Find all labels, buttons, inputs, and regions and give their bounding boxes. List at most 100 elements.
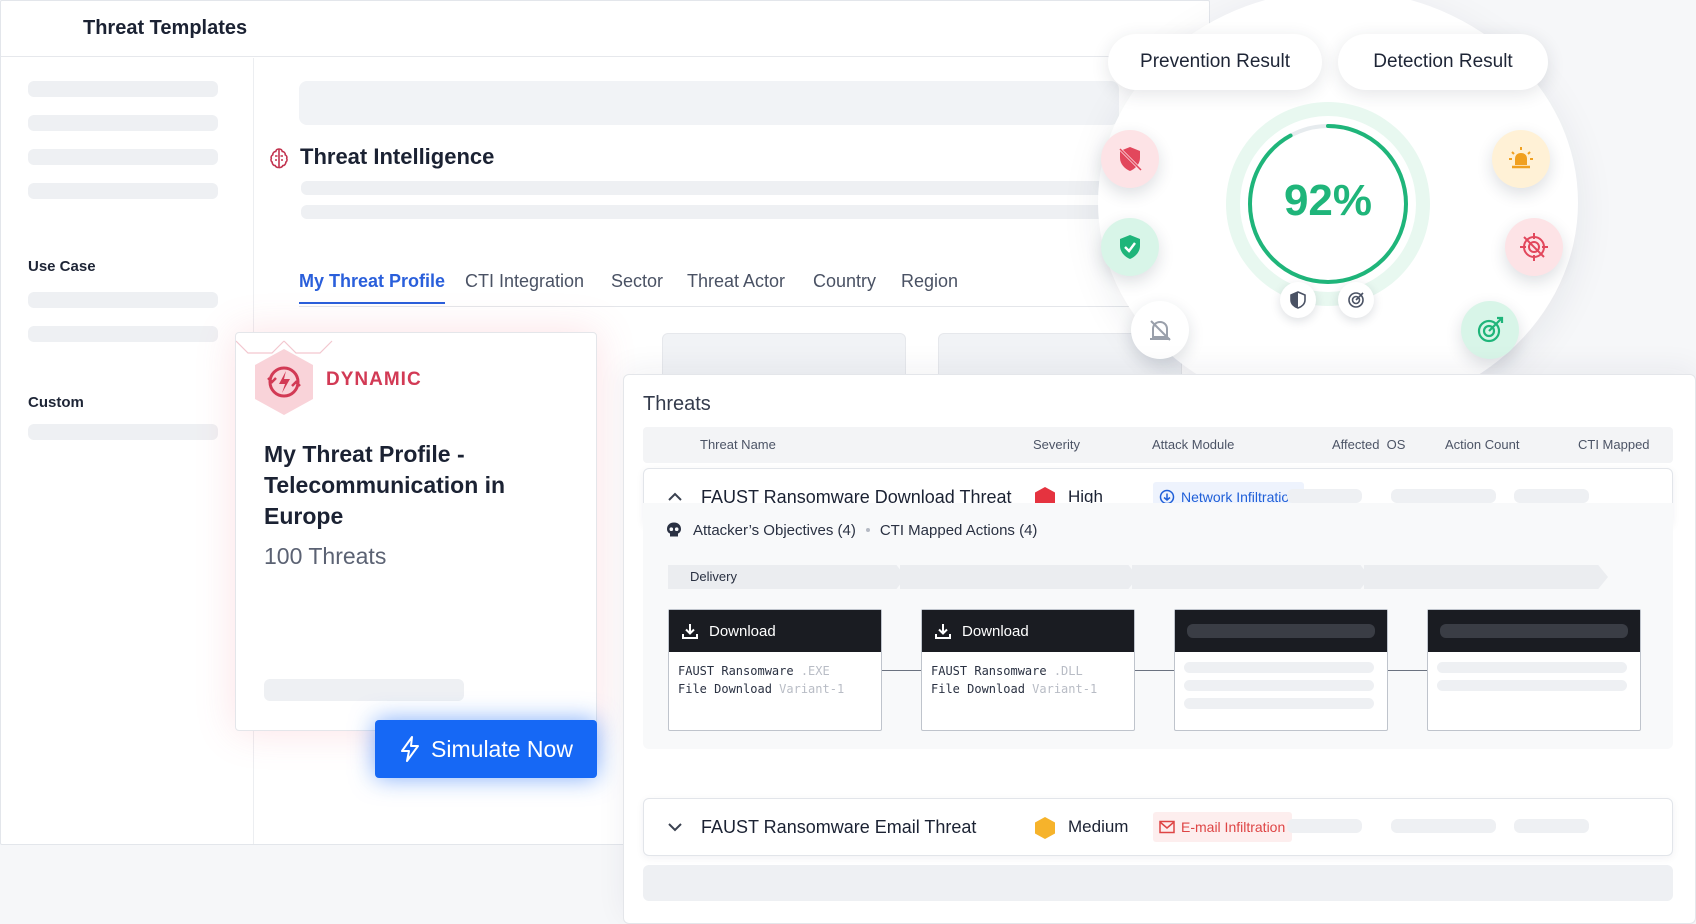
column-threat-name[interactable]: Threat Name xyxy=(700,437,776,452)
dynamic-icon xyxy=(255,349,313,415)
separator-dot xyxy=(865,528,870,532)
threats-panel: Threats Threat Name Severity Attack Modu… xyxy=(623,374,1696,924)
download-icon xyxy=(682,624,698,639)
sidebar: Use Case Custom xyxy=(1,58,254,844)
tab-sector[interactable]: Sector xyxy=(611,271,663,302)
description-placeholder xyxy=(301,205,1121,219)
cti-mapped-placeholder xyxy=(1514,819,1589,833)
alarm-off-icon xyxy=(1131,301,1189,359)
threat-profile-card[interactable]: DYNAMIC My Threat Profile - Telecommunic… xyxy=(235,332,597,731)
cti-mapped-placeholder xyxy=(1514,489,1589,503)
target-off-icon xyxy=(1505,218,1563,276)
tab-cti-integration[interactable]: CTI Integration xyxy=(465,271,584,302)
phase-step-placeholder xyxy=(900,565,1138,589)
phase-step-placeholder xyxy=(1132,565,1370,589)
sidebar-placeholder xyxy=(28,292,218,308)
text-placeholder xyxy=(1184,662,1374,673)
affected-os-placeholder xyxy=(1287,489,1362,503)
severity-label: Medium xyxy=(1068,817,1129,836)
detection-result-label: Detection Result xyxy=(1373,51,1513,72)
lightning-icon xyxy=(401,736,420,762)
sidebar-placeholder xyxy=(28,149,218,165)
app-title: Threat Templates xyxy=(83,17,248,39)
envelope-icon xyxy=(1159,820,1175,834)
card-footer-placeholder xyxy=(264,679,464,701)
column-attack-module[interactable]: Attack Module xyxy=(1152,437,1234,452)
detection-result-pill[interactable]: Detection Result xyxy=(1338,34,1548,90)
text-placeholder xyxy=(1184,680,1374,691)
action-title-placeholder xyxy=(1440,624,1628,638)
action-line-2: File Download xyxy=(931,682,1025,696)
affected-os-placeholder xyxy=(1287,819,1362,833)
action-card-placeholder[interactable] xyxy=(1174,609,1388,731)
sidebar-placeholder xyxy=(28,326,218,342)
action-card-placeholder[interactable] xyxy=(1427,609,1641,731)
action-header: Download xyxy=(922,610,1134,652)
column-action-count[interactable]: Action Count xyxy=(1445,437,1519,452)
text-placeholder xyxy=(1184,698,1374,709)
dynamic-badge: DYNAMIC xyxy=(326,369,422,390)
phase-step[interactable]: Delivery xyxy=(668,565,906,589)
attackers-objectives-link[interactable]: Attacker’s Objectives (4) xyxy=(693,522,856,539)
action-connector xyxy=(1388,670,1427,671)
action-card[interactable]: Download FAUST Ransomware .EXE File Down… xyxy=(668,609,882,731)
description-placeholder xyxy=(301,181,1121,195)
download-icon xyxy=(935,624,951,639)
action-line-1: FAUST Ransomware xyxy=(678,664,794,678)
target-hit-icon xyxy=(1461,301,1519,359)
sidebar-placeholder xyxy=(28,183,218,199)
action-card[interactable]: Download FAUST Ransomware .DLL File Down… xyxy=(921,609,1135,731)
column-cti-mapped[interactable]: CTI Mapped xyxy=(1578,437,1650,452)
search-placeholder xyxy=(299,81,1119,125)
action-connector xyxy=(882,670,921,671)
column-affected-os[interactable]: Affected OS xyxy=(1332,437,1405,452)
threat-detail: Attacker’s Objectives (4) CTI Mapped Act… xyxy=(643,503,1673,749)
shield-icon xyxy=(1280,282,1316,318)
action-header: Download xyxy=(669,610,881,652)
action-header xyxy=(1428,610,1640,652)
chevron-down-icon[interactable] xyxy=(666,818,684,836)
tab-country[interactable]: Country xyxy=(813,271,876,302)
profile-title: My Threat Profile - Telecommunication in… xyxy=(264,441,506,529)
page-title: Threat Intelligence xyxy=(300,144,495,169)
action-count-placeholder xyxy=(1391,489,1496,503)
table-row[interactable]: FAUST Ransomware Email Threat Medium E-m… xyxy=(643,798,1673,856)
action-title: Download xyxy=(709,622,776,640)
threat-count: 100 Threats xyxy=(264,543,387,569)
sidebar-placeholder xyxy=(28,424,218,440)
tab-my-threat-profile[interactable]: My Threat Profile xyxy=(299,271,446,304)
action-count-placeholder xyxy=(1391,819,1496,833)
action-title-placeholder xyxy=(1187,624,1375,638)
file-extension: .EXE xyxy=(800,664,830,678)
action-title: Download xyxy=(962,622,1029,640)
tab-region[interactable]: Region xyxy=(901,271,958,302)
tab-threat-actor[interactable]: Threat Actor xyxy=(687,271,785,302)
action-line-1: FAUST Ransomware xyxy=(931,664,1047,678)
attack-module-badge[interactable]: E-mail Infiltration xyxy=(1153,812,1293,842)
file-extension: .DLL xyxy=(1053,664,1083,678)
text-placeholder xyxy=(1437,662,1627,673)
radar-icon xyxy=(1338,282,1374,318)
sidebar-placeholder xyxy=(28,115,218,131)
check-shield-icon xyxy=(1101,218,1159,276)
title-bar: Threat Templates xyxy=(1,1,1209,57)
variant-label: Variant-1 xyxy=(1032,682,1098,696)
text-placeholder xyxy=(1437,680,1627,691)
simulate-now-button[interactable]: Simulate Now xyxy=(375,720,597,778)
objectives-line: Attacker’s Objectives (4) CTI Mapped Act… xyxy=(665,521,1037,539)
action-connector xyxy=(1135,670,1174,671)
blocked-shield-icon xyxy=(1101,130,1159,188)
skull-icon xyxy=(667,522,681,537)
sidebar-section-use-case[interactable]: Use Case xyxy=(28,258,96,275)
prevention-result-pill[interactable]: Prevention Result xyxy=(1108,34,1322,90)
threats-title: Threats xyxy=(643,393,711,415)
sidebar-placeholder xyxy=(28,81,218,97)
column-severity[interactable]: Severity xyxy=(1033,437,1080,452)
simulate-now-label: Simulate Now xyxy=(431,735,573,762)
sidebar-section-custom[interactable]: Custom xyxy=(28,394,84,411)
cti-mapped-actions-link[interactable]: CTI Mapped Actions (4) xyxy=(880,522,1038,539)
row-placeholder xyxy=(643,865,1673,901)
action-header xyxy=(1175,610,1387,652)
table-header: Threat Name Severity Attack Module Affec… xyxy=(643,427,1673,463)
variant-label: Variant-1 xyxy=(779,682,845,696)
